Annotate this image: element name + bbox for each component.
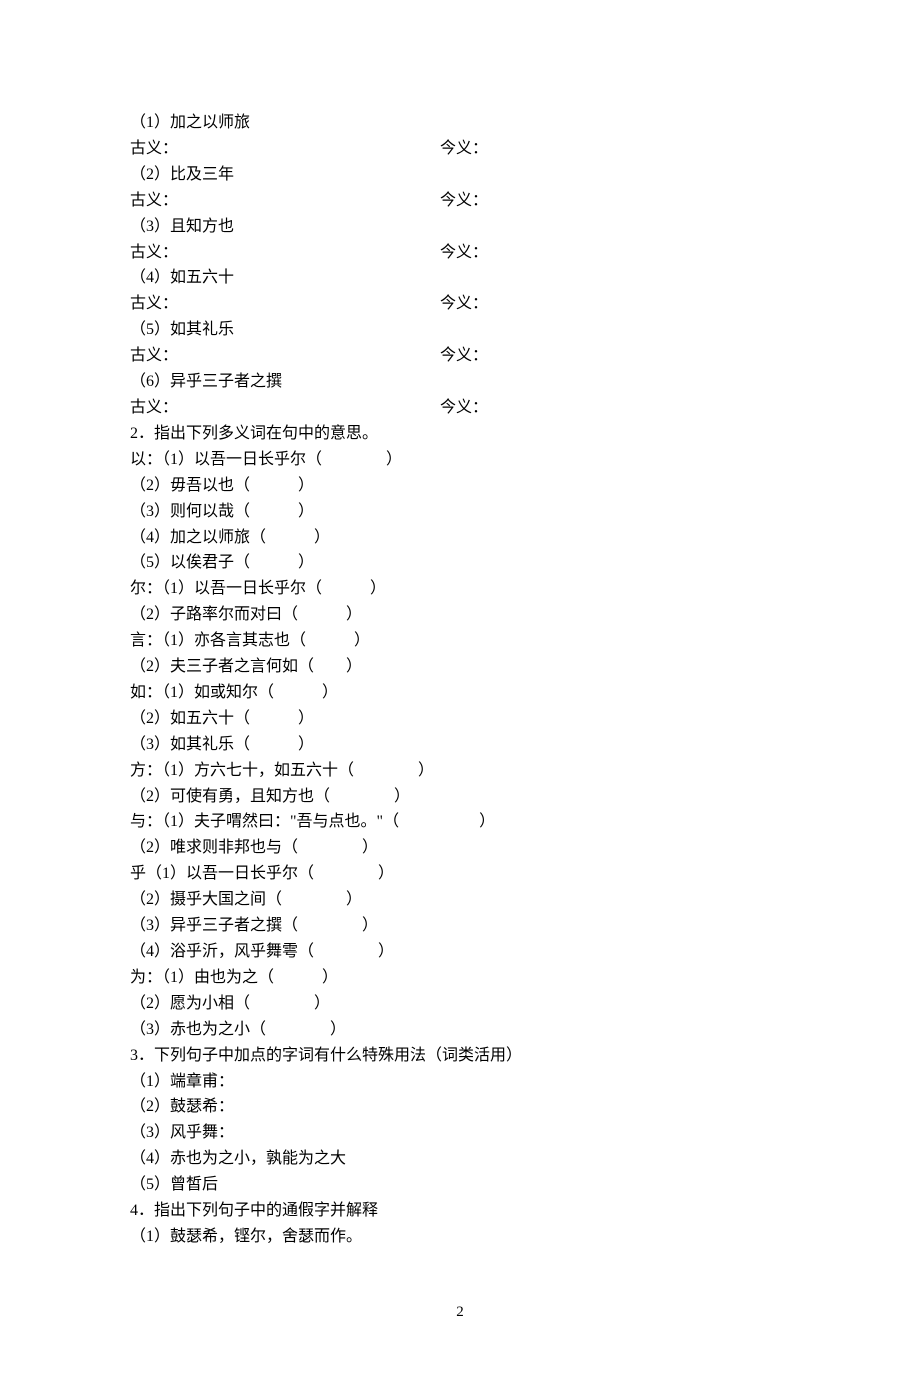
word-class-item: （5）曾皙后 [130,1172,790,1198]
polysemy-item: 言：（1）亦各言其志也（ ） [130,628,790,654]
polysemy-item: （3）赤也为之小（ ） [130,1017,790,1043]
polysemy-item: （2）摄乎大国之间（ ） [130,887,790,913]
word-class-item: （2）鼓瑟希： [130,1094,790,1120]
polysemy-item: （2）夫三子者之言何如（ ） [130,654,790,680]
polysemy-item: （3）如其礼乐（ ） [130,732,790,758]
polysemy-item: （5）以俟君子（ ） [130,550,790,576]
polysemy-item: （2）唯求则非邦也与（ ） [130,835,790,861]
ancient-modern-row: 古义：今义： [130,188,790,214]
ancient-meaning-label: 古义： [130,240,440,266]
polysemy-item: 为：（1）由也为之（ ） [130,965,790,991]
section3-heading: 3．下列句子中加点的字词有什么特殊用法（词类活用） [130,1043,790,1069]
polysemy-item: （3）则何以哉（ ） [130,499,790,525]
polysemy-item: 以：（1）以吾一日长乎尔（ ） [130,447,790,473]
modern-meaning-label: 今义： [440,343,790,369]
word-class-item: （3）风乎舞： [130,1120,790,1146]
polysemy-item: （4）加之以师旅（ ） [130,525,790,551]
modern-meaning-label: 今义： [440,291,790,317]
ancient-meaning-label: 古义： [130,291,440,317]
polysemy-item: （4）浴乎沂，风乎舞雩（ ） [130,939,790,965]
modern-meaning-label: 今义： [440,136,790,162]
section2-heading: 2．指出下列多义词在句中的意思。 [130,421,790,447]
polysemy-item: （2）毋吾以也（ ） [130,473,790,499]
section4-heading: 4．指出下列句子中的通假字并解释 [130,1198,790,1224]
page-number: 2 [130,1300,790,1324]
ancient-modern-item: （1）加之以师旅 [130,110,790,136]
modern-meaning-label: 今义： [440,240,790,266]
ancient-modern-item: （2）比及三年 [130,162,790,188]
polysemy-item: 乎（1）以吾一日长乎尔（ ） [130,861,790,887]
section-ancient-modern: （1）加之以师旅古义：今义：（2）比及三年古义：今义：（3）且知方也古义：今义：… [130,110,790,421]
polysemy-item: 如：（1）如或知尔（ ） [130,680,790,706]
polysemy-item: （2）可使有勇，且知方也（ ） [130,784,790,810]
polysemy-item: 尔：（1）以吾一日长乎尔（ ） [130,576,790,602]
ancient-meaning-label: 古义： [130,188,440,214]
ancient-meaning-label: 古义： [130,343,440,369]
polysemy-item: （2）如五六十（ ） [130,706,790,732]
tongjia-item: （1）鼓瑟希，铿尔，舍瑟而作。 [130,1224,790,1250]
section-word-class: （1）端章甫：（2）鼓瑟希：（3）风乎舞：（4）赤也为之小，孰能为之大（5）曾皙… [130,1069,790,1199]
polysemy-item: （2）子路率尔而对曰（ ） [130,602,790,628]
polysemy-item: 方：（1）方六七十，如五六十（ ） [130,758,790,784]
document-page: （1）加之以师旅古义：今义：（2）比及三年古义：今义：（3）且知方也古义：今义：… [0,0,920,1384]
ancient-meaning-label: 古义： [130,395,440,421]
polysemy-item: （2）愿为小相（ ） [130,991,790,1017]
ancient-meaning-label: 古义： [130,136,440,162]
ancient-modern-item: （6）异乎三子者之撰 [130,369,790,395]
ancient-modern-row: 古义：今义： [130,136,790,162]
modern-meaning-label: 今义： [440,188,790,214]
modern-meaning-label: 今义： [440,395,790,421]
ancient-modern-row: 古义：今义： [130,395,790,421]
ancient-modern-row: 古义：今义： [130,343,790,369]
polysemy-item: 与：（1）夫子喟然曰："吾与点也。"（ ） [130,809,790,835]
section-tongjia: （1）鼓瑟希，铿尔，舍瑟而作。 [130,1224,790,1250]
word-class-item: （1）端章甫： [130,1069,790,1095]
word-class-item: （4）赤也为之小，孰能为之大 [130,1146,790,1172]
polysemy-item: （3）异乎三子者之撰（ ） [130,913,790,939]
ancient-modern-row: 古义：今义： [130,291,790,317]
ancient-modern-item: （4）如五六十 [130,265,790,291]
section-polysemy: 以：（1）以吾一日长乎尔（ ）（2）毋吾以也（ ）（3）则何以哉（ ）（4）加之… [130,447,790,1043]
ancient-modern-item: （3）且知方也 [130,214,790,240]
ancient-modern-item: （5）如其礼乐 [130,317,790,343]
ancient-modern-row: 古义：今义： [130,240,790,266]
